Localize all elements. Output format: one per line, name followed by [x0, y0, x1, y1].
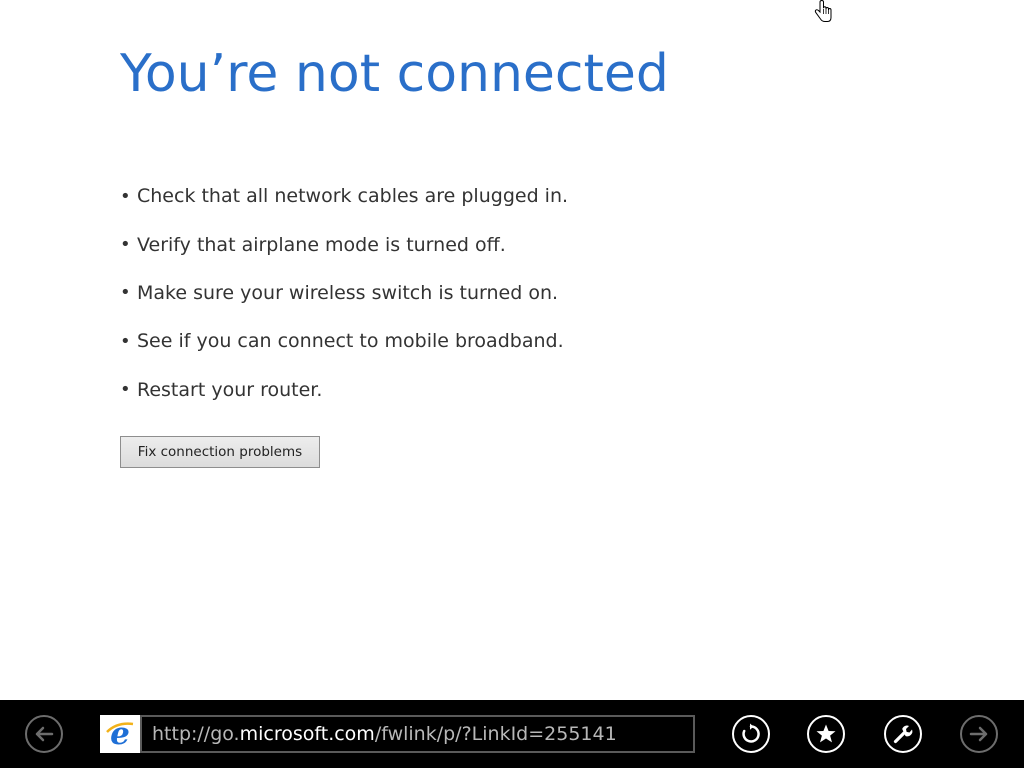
fix-connection-problems-button[interactable]: Fix connection problems [120, 436, 320, 468]
list-item: • Make sure your wireless switch is turn… [120, 269, 568, 317]
url-host: microsoft.com [239, 723, 375, 745]
tip-text: Restart your router. [137, 378, 323, 401]
favorites-button[interactable] [807, 715, 845, 753]
troubleshooting-list: • Check that all network cables are plug… [120, 172, 568, 414]
tip-text: See if you can connect to mobile broadba… [137, 330, 564, 353]
refresh-button[interactable] [732, 715, 770, 753]
tip-text: Verify that airplane mode is turned off. [137, 233, 506, 256]
hand-cursor-icon [814, 0, 832, 22]
page-title: You’re not connected [120, 44, 669, 104]
bullet-icon: • [120, 330, 131, 352]
list-item: • See if you can connect to mobile broad… [120, 317, 568, 365]
bullet-icon: • [120, 282, 131, 304]
url-suffix: /fwlink/p/?LinkId=255141 [374, 723, 617, 745]
navigation-app-bar: e http://go. microsoft.com/fwlink/p/?Link… [0, 700, 1024, 768]
page-tools-button[interactable] [884, 715, 922, 753]
bullet-icon: • [120, 185, 131, 207]
list-item: • Restart your router. [120, 366, 568, 414]
bullet-icon: • [120, 379, 131, 401]
svg-text:e: e [110, 718, 130, 750]
error-page: You’re not connected • Check that all ne… [0, 0, 1024, 700]
tip-text: Make sure your wireless switch is turned… [137, 281, 559, 304]
forward-button[interactable] [960, 715, 998, 753]
star-icon [816, 724, 836, 743]
forward-arrow-icon [969, 726, 988, 742]
address-bar[interactable]: http://go. microsoft.com/fwlink/p/?LinkId… [140, 715, 695, 753]
refresh-icon [742, 723, 760, 743]
list-item: • Check that all network cables are plug… [120, 172, 568, 220]
tip-text: Check that all network cables are plugge… [137, 185, 569, 208]
back-arrow-icon [35, 726, 54, 742]
wrench-icon [893, 725, 913, 744]
internet-explorer-logo: e [100, 715, 140, 753]
url-prefix: http://go. [152, 723, 240, 745]
list-item: • Verify that airplane mode is turned of… [120, 220, 568, 268]
ie-icon: e [106, 718, 134, 750]
back-button[interactable] [25, 715, 63, 753]
bullet-icon: • [120, 234, 131, 256]
